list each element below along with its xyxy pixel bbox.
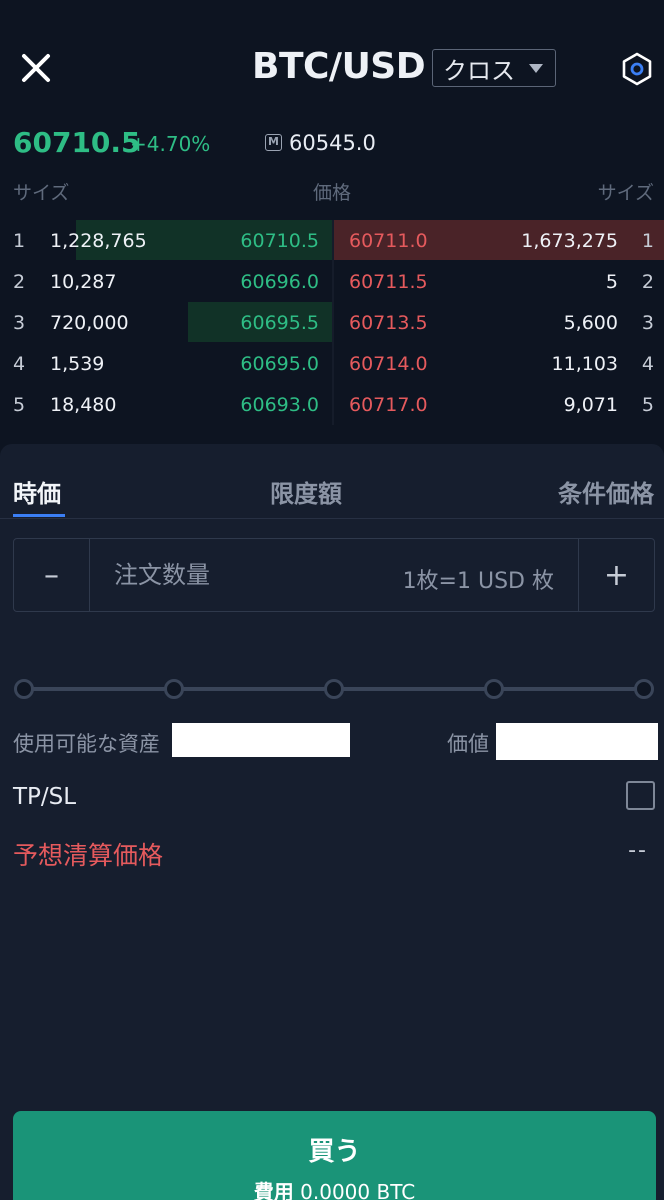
bid-size: 1,228,765 [50,230,147,252]
slider-node-25[interactable] [164,679,184,699]
ask-price[interactable]: 60711.0 [349,230,428,252]
row-index-right: 2 [641,271,654,293]
close-icon[interactable] [18,50,54,86]
bid-size: 18,480 [50,394,117,416]
available-assets-label: 使用可能な資産 [13,732,160,756]
tab-limit[interactable]: 限度額 [270,474,342,509]
buy-cost-prefix: 費用 [253,1180,294,1200]
row-index-left: 1 [13,230,26,252]
change-percent: +4.70% [130,132,211,156]
row-index-right: 4 [641,353,654,375]
buy-cost: 費用 0.0000 BTC [13,1176,656,1200]
header-price: 価格 [313,182,352,204]
margin-mode-label: クロス [443,56,515,85]
leverage-slider[interactable] [14,678,654,700]
buy-button[interactable]: 買う 費用 0.0000 BTC [13,1111,656,1200]
tab-conditional[interactable]: 条件価格 [558,474,654,509]
bid-price[interactable]: 60693.0 [240,394,319,416]
ask-price[interactable]: 60714.0 [349,353,428,375]
mark-price: 60545.0 [289,131,376,155]
quantity-unit: 1枚=1 USD 枚 [402,569,554,594]
bid-price[interactable]: 60696.0 [240,271,319,293]
order-type-tabs: 時価 限度額 条件価格 [0,444,664,519]
ask-size: 9,071 [563,394,618,416]
ticker-bar: 60710.5 +4.70% M 60545.0 [13,122,653,162]
row-index-left: 2 [13,271,26,293]
row-index-left: 3 [13,312,26,334]
quantity-decrement-button[interactable]: – [14,539,90,611]
row-index-right: 3 [641,312,654,334]
slider-node-50[interactable] [324,679,344,699]
ask-price[interactable]: 60713.5 [349,312,428,334]
tab-market[interactable]: 時価 [13,474,61,509]
bid-price[interactable]: 60695.0 [240,353,319,375]
ask-size: 5,600 [563,312,618,334]
orderbook-divider [332,220,334,425]
quantity-increment-button[interactable]: + [578,539,654,611]
row-index-right: 5 [641,394,654,416]
margin-mode-select[interactable]: クロス [432,49,556,87]
bid-price[interactable]: 60710.5 [240,230,319,252]
est-liquidation-value: -- [628,838,648,863]
last-price: 60710.5 [13,126,141,159]
header-bid-size: サイズ [13,182,70,204]
bid-price[interactable]: 60695.5 [240,312,319,334]
ask-size: 5 [605,271,618,293]
hexagon-settings-icon[interactable] [621,52,653,86]
ask-size: 1,673,275 [521,230,618,252]
orderbook-header: サイズ 価格 サイズ [0,178,664,206]
bid-size: 720,000 [50,312,129,334]
bid-size: 10,287 [50,271,117,293]
bid-size: 1,539 [50,353,105,375]
tpsl-checkbox[interactable] [626,781,655,810]
slider-node-75[interactable] [484,679,504,699]
buy-cost-value: 0.0000 BTC [300,1180,416,1200]
slider-node-0[interactable] [14,679,34,699]
mark-price-icon: M [265,134,282,151]
pair-title[interactable]: BTC/USD [252,46,426,87]
value-label: 価値 [447,732,489,756]
caret-down-icon [529,64,543,73]
ask-price[interactable]: 60711.5 [349,271,428,293]
buy-button-label: 買う [308,1137,361,1167]
row-index-left: 5 [13,394,26,416]
order-panel: 時価 限度額 条件価格 – 1枚=1 USD 枚 + 使用可能な資産 価値 TP… [0,444,664,1200]
tpsl-label: TP/SL [13,784,77,810]
row-index-left: 4 [13,353,26,375]
available-assets-redacted [172,723,350,757]
active-tab-indicator [13,514,65,517]
row-index-right: 1 [641,230,654,252]
ask-size: 11,103 [551,353,618,375]
top-bar: BTC/USD クロス [0,0,664,120]
quantity-stepper: – 1枚=1 USD 枚 + [13,538,655,612]
ask-price[interactable]: 60717.0 [349,394,428,416]
slider-node-100[interactable] [634,679,654,699]
header-ask-size: サイズ [597,182,654,204]
est-liquidation-label: 予想清算価格 [13,841,164,870]
value-redacted [496,723,658,760]
